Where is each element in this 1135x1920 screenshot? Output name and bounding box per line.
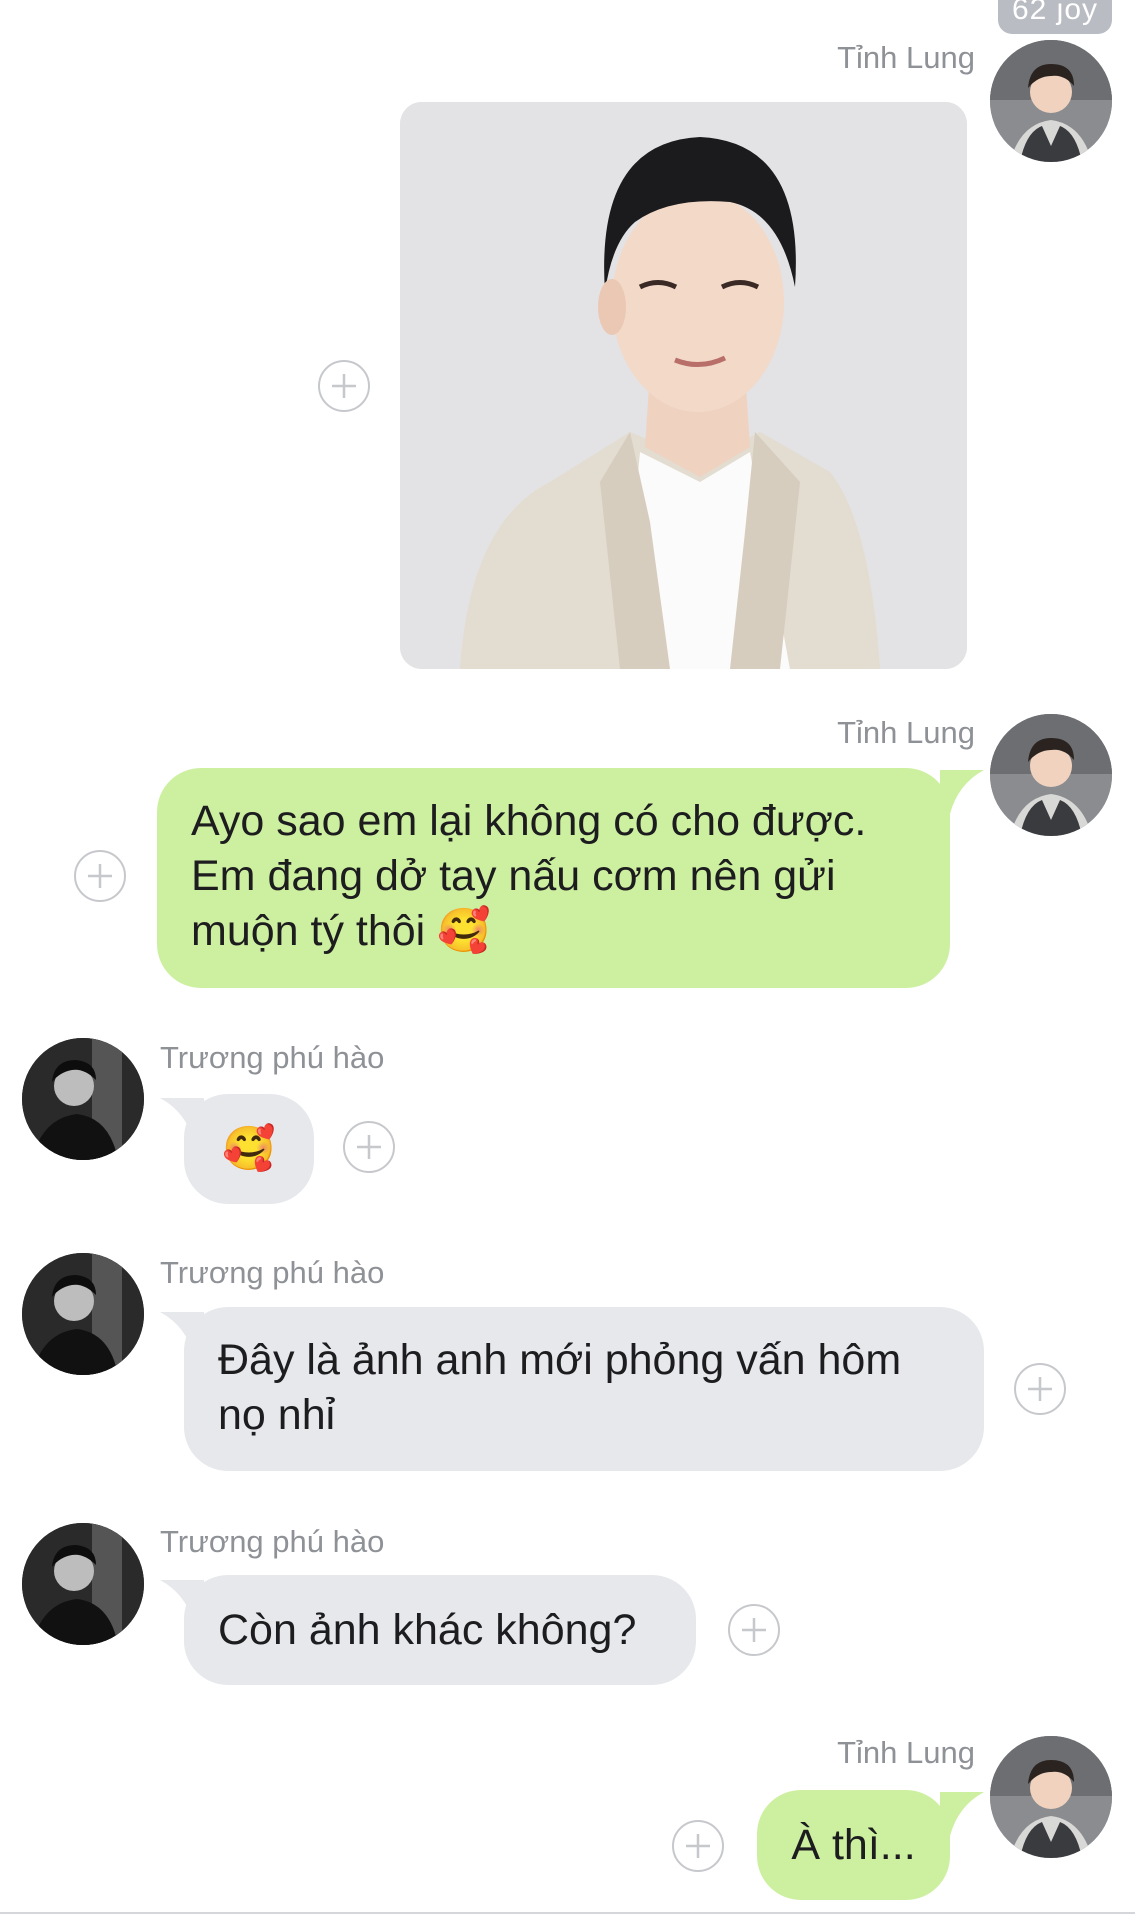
sender-name: Tỉnh Lung (837, 1735, 975, 1770)
avatar-photo-icon (990, 714, 1112, 836)
divider (0, 1912, 1135, 1914)
sender-name: Tỉnh Lung (837, 40, 975, 75)
message-text: Đây là ảnh anh mới phỏng vấn hôm nọ nhỉ (218, 1336, 902, 1439)
add-reaction-button[interactable] (672, 1820, 724, 1872)
avatar-photo-icon (22, 1038, 144, 1160)
shared-photo[interactable] (400, 102, 967, 669)
message-bubble-sent[interactable]: Ayo sao em lại không có cho được. Em đan… (157, 768, 950, 988)
avatar-photo-icon (22, 1253, 144, 1375)
sender-name: Trương phú hào (160, 1040, 385, 1075)
add-reaction-button[interactable] (728, 1604, 780, 1656)
plus-icon (742, 1618, 766, 1642)
message-bubble-sent[interactable]: À thì... (757, 1790, 950, 1900)
plus-icon (686, 1834, 710, 1858)
message-text: À thì... (791, 1821, 916, 1869)
add-reaction-button[interactable] (343, 1121, 395, 1173)
avatar-tinh-lung[interactable] (990, 1736, 1112, 1858)
plus-icon (357, 1135, 381, 1159)
plus-icon (1028, 1377, 1052, 1401)
top-badge: 62 joy (998, 0, 1112, 34)
message-text: Còn ảnh khác không? (218, 1606, 637, 1654)
message-bubble-received[interactable]: Đây là ảnh anh mới phỏng vấn hôm nọ nhỉ (184, 1307, 984, 1471)
add-reaction-button[interactable] (318, 360, 370, 412)
avatar-truong-phu-hao[interactable] (22, 1253, 144, 1375)
message-text: 🥰 (222, 1125, 276, 1173)
plus-icon (332, 374, 356, 398)
add-reaction-button[interactable] (1014, 1363, 1066, 1415)
avatar-tinh-lung[interactable] (990, 40, 1112, 162)
add-reaction-button[interactable] (74, 850, 126, 902)
avatar-photo-icon (990, 1736, 1112, 1858)
message-text: Ayo sao em lại không có cho được. Em đan… (191, 797, 867, 955)
avatar-photo-icon (990, 40, 1112, 162)
sender-name: Tỉnh Lung (837, 715, 975, 750)
avatar-truong-phu-hao[interactable] (22, 1523, 144, 1645)
plus-icon (88, 864, 112, 888)
message-bubble-received[interactable]: Còn ảnh khác không? (184, 1575, 696, 1685)
avatar-tinh-lung[interactable] (990, 714, 1112, 836)
portrait-image-icon (400, 102, 967, 669)
message-bubble-received[interactable]: 🥰 (184, 1094, 314, 1204)
avatar-truong-phu-hao[interactable] (22, 1038, 144, 1160)
avatar-photo-icon (22, 1523, 144, 1645)
sender-name: Trương phú hào (160, 1524, 385, 1559)
sender-name: Trương phú hào (160, 1255, 385, 1290)
